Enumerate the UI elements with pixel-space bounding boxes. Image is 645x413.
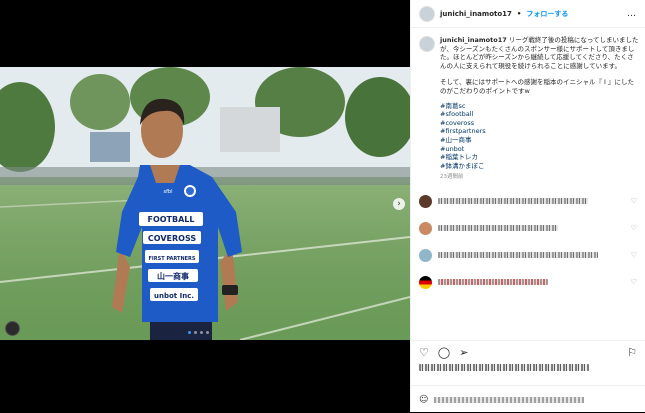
post-media: FOOTBALL COVEROSS FIRST PARTNERS 山一商事 un… [0, 0, 410, 412]
like-icon[interactable]: ♡ [419, 346, 429, 359]
carousel-dot [188, 331, 191, 334]
hashtag[interactable]: #firstpartners [440, 127, 639, 136]
post-header: junichi_inamoto17 • フォローする … [411, 0, 645, 28]
sponsor-first-partners: FIRST PARTNERS [148, 256, 195, 262]
carousel-dots [188, 331, 209, 334]
comment-avatar[interactable] [419, 221, 432, 235]
comment-row: ♡ [419, 242, 637, 269]
comment-avatar[interactable] [419, 194, 432, 208]
like-comment-icon[interactable]: ♡ [631, 251, 637, 259]
hashtag[interactable]: #鉢溝かまぼこ [440, 162, 639, 171]
save-icon[interactable]: ⚐ [627, 346, 637, 359]
more-options-icon[interactable]: … [627, 9, 637, 19]
caption: junichi_inamoto17 リーグ戦終了後の投稿になってしまいましたが、… [411, 28, 645, 182]
carousel-dot [194, 331, 197, 334]
hashtag[interactable]: #山一商事 [440, 136, 639, 145]
sponsor-coveross: COVEROSS [148, 234, 196, 243]
share-icon[interactable]: ➢ [459, 346, 468, 359]
carousel-dot [200, 331, 203, 334]
comment-avatar[interactable] [419, 248, 432, 262]
header-username[interactable]: junichi_inamoto17 [440, 10, 512, 18]
sponsor-football: FOOTBALL [147, 215, 194, 224]
caption-text-block: junichi_inamoto17 リーグ戦終了後の投稿になってしまいましたが、… [440, 36, 639, 182]
next-arrow-icon[interactable]: › [393, 198, 405, 210]
header-separator: • [516, 9, 522, 18]
emoji-icon[interactable]: ☺ [419, 395, 428, 405]
action-bar: ♡ ◯ ➢ ⚐ [411, 340, 645, 363]
comment-row: ♡ [419, 215, 637, 242]
carousel-dot [206, 331, 209, 334]
post-photo-image: FOOTBALL COVEROSS FIRST PARTNERS 山一商事 un… [0, 67, 410, 340]
like-comment-icon[interactable]: ♡ [631, 278, 637, 286]
hashtag[interactable]: #unbot [440, 145, 639, 154]
comment-row: ♡ [419, 188, 637, 215]
sponsor-yamaichi: 山一商事 [157, 271, 189, 281]
follow-button[interactable]: フォローする [526, 9, 568, 19]
like-comment-icon[interactable]: ♡ [631, 197, 637, 205]
user-tag-icon[interactable] [5, 321, 20, 336]
post-sidebar: junichi_inamoto17 • フォローする … junichi_ina… [410, 0, 645, 412]
comment-text-blurred [438, 225, 558, 232]
caption-text-2: そして、裏にはサポートへの感謝を稲本のイニシャル『 I 』にしたのがこだわりのポ… [440, 78, 635, 95]
sponsor-unbot: unbot Inc. [154, 292, 194, 300]
comment-text-blurred [438, 279, 548, 286]
hashtag-list: #南葛sc #sfootball #coveross #firstpartner… [440, 102, 639, 171]
caption-username[interactable]: junichi_inamoto17 [440, 36, 507, 44]
hashtag[interactable]: #南葛sc [440, 102, 639, 111]
hashtag[interactable]: #稲葉トレカ [440, 153, 639, 162]
comment-text-blurred [438, 198, 588, 205]
post-time: 23週間前 [440, 174, 464, 181]
caption-avatar[interactable] [419, 36, 435, 52]
add-comment-bar: ☺ [411, 385, 645, 413]
shirt-brand: sfbl [164, 189, 173, 195]
comment-icon[interactable]: ◯ [438, 346, 450, 359]
likes-count-blurred [419, 364, 589, 371]
like-comment-icon[interactable]: ♡ [631, 224, 637, 232]
hashtag[interactable]: #sfootball [440, 110, 639, 119]
avatar[interactable] [419, 5, 435, 22]
comment-text-blurred [438, 252, 598, 259]
comment-row: ♡ [419, 269, 637, 296]
comment-list: ♡ ♡ ♡ ♡ [411, 188, 645, 296]
hashtag[interactable]: #coveross [440, 119, 639, 128]
post-photo[interactable]: FOOTBALL COVEROSS FIRST PARTNERS 山一商事 un… [0, 67, 410, 340]
comment-input-blurred[interactable] [434, 396, 585, 403]
comment-avatar[interactable] [419, 275, 432, 289]
